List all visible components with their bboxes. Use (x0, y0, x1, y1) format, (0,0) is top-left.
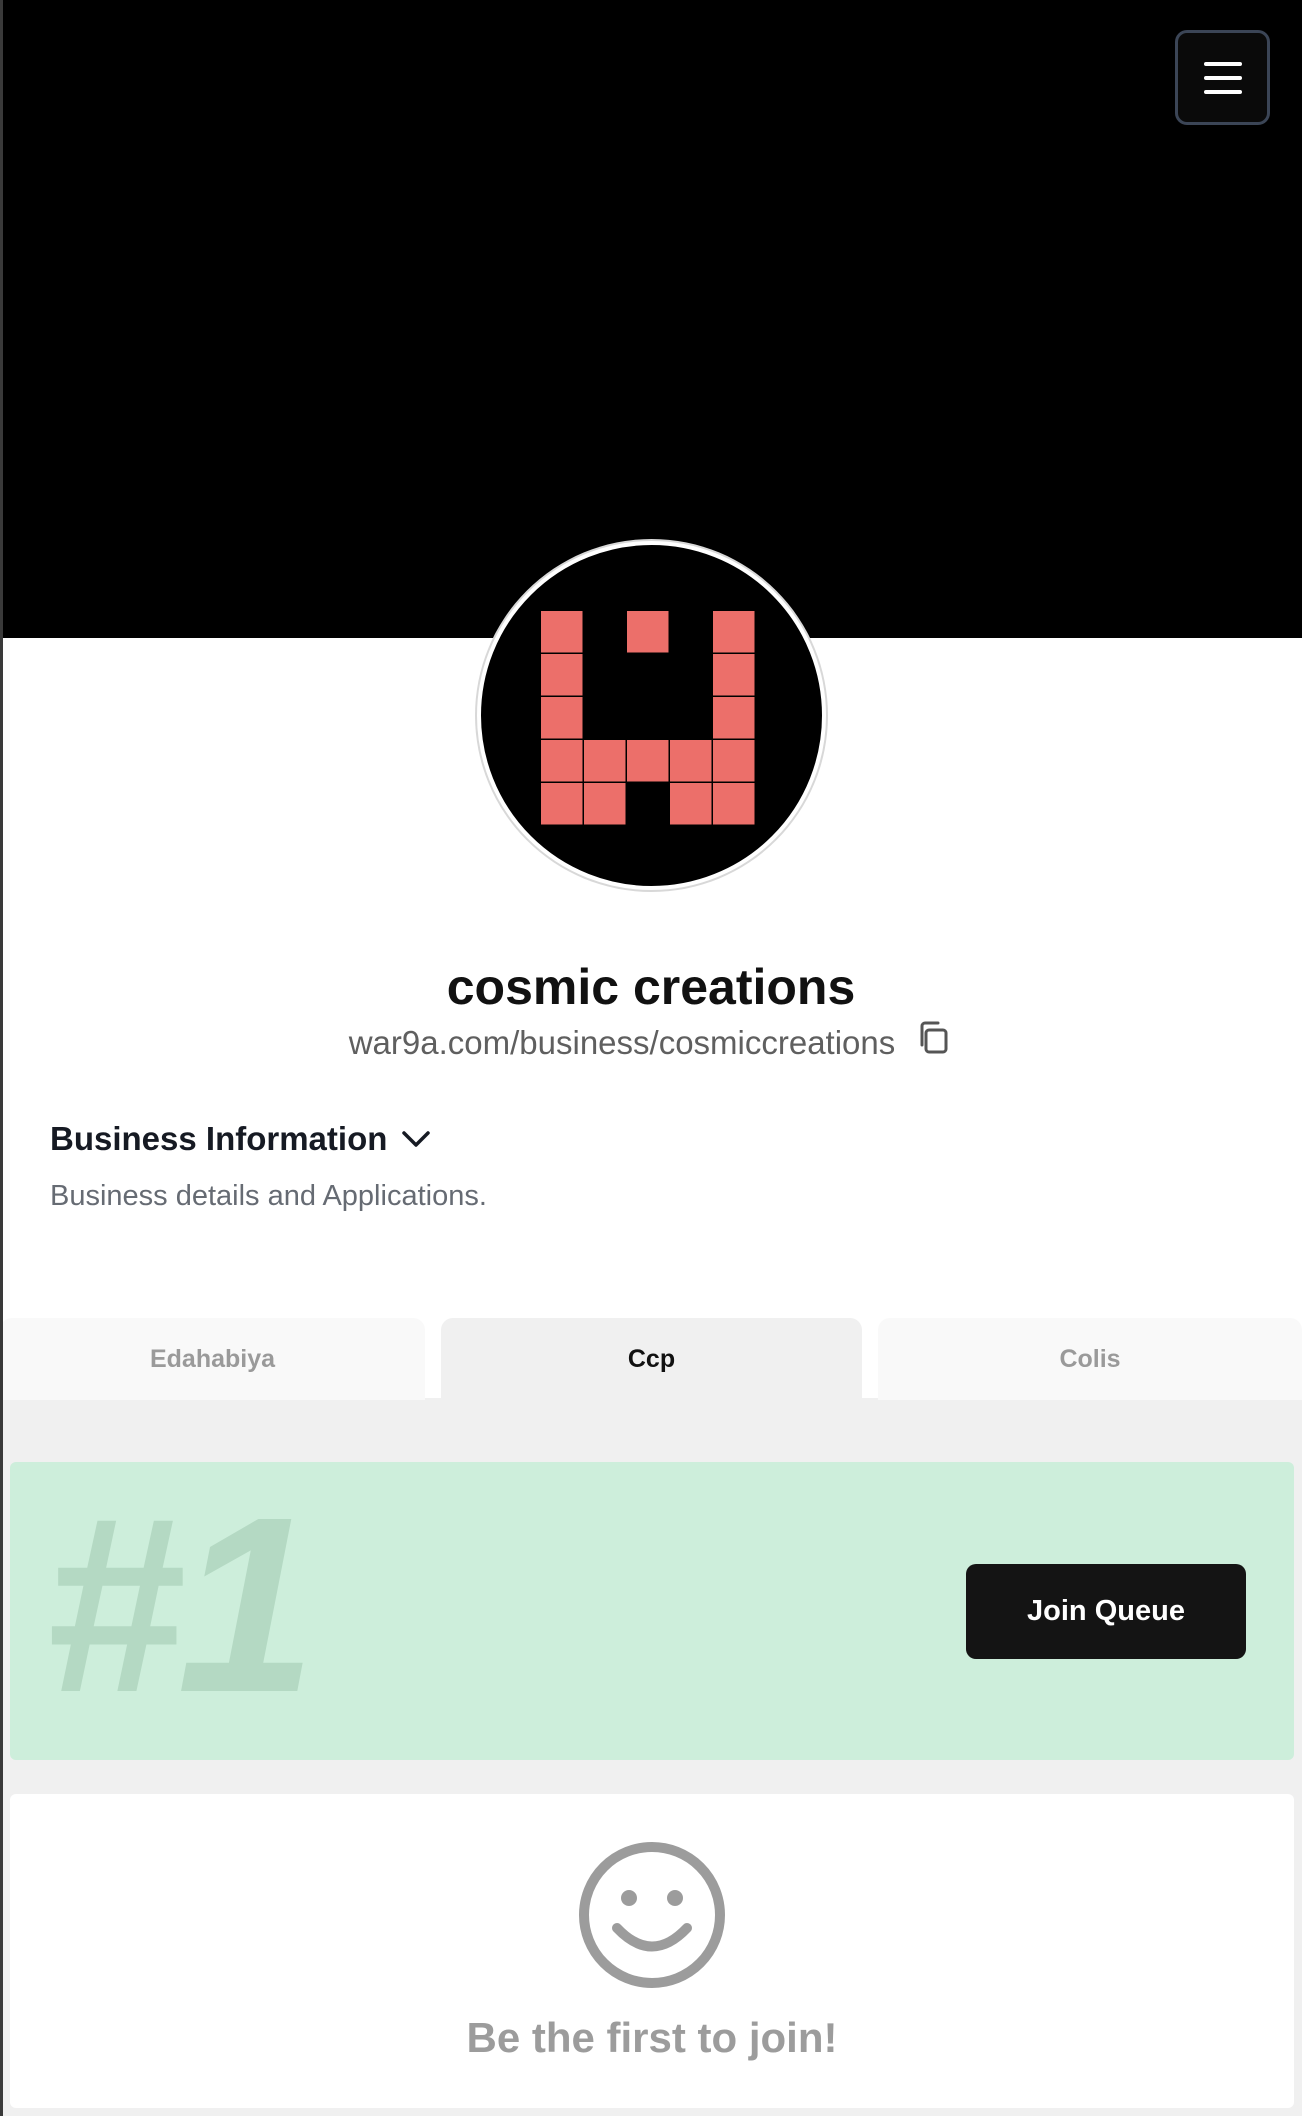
business-info-title: Business Information (50, 1120, 388, 1157)
chevron-down-icon (402, 1131, 431, 1147)
logo-tile (670, 740, 712, 782)
business-page: cosmic creations war9a.com/business/cosm… (0, 0, 1302, 2116)
logo-mark-icon (541, 611, 755, 825)
queue-position-number: #1 (44, 1465, 316, 1744)
smiley-face-icon (579, 1842, 725, 1988)
logo-tile (670, 783, 712, 825)
join-queue-button[interactable]: Join Queue (966, 1564, 1246, 1659)
logo-tile (541, 697, 583, 739)
tab-ccp[interactable]: Ccp (441, 1318, 862, 1400)
business-name: cosmic creations (446, 959, 856, 1015)
logo-tile (713, 697, 755, 739)
logo-tile (713, 740, 755, 782)
menu-button[interactable] (1175, 30, 1270, 125)
logo-tile (541, 783, 583, 825)
empty-queue-message: Be the first to join! (466, 2014, 838, 2061)
business-url-row: war9a.com/business/cosmiccreations (0, 1021, 1302, 1062)
logo-tile (584, 783, 626, 825)
business-info-description: Business details and Applications. (50, 1180, 487, 1212)
hamburger-menu-icon (1203, 61, 1242, 94)
tab-edahabiya[interactable]: Edahabiya (0, 1318, 425, 1400)
empty-queue-card: Be the first to join! (10, 1794, 1294, 2108)
logo-tile (627, 611, 669, 653)
window-edge (0, 0, 3, 2116)
logo-tile (713, 611, 755, 653)
logo-tile (584, 740, 626, 782)
tab-colis[interactable]: Colis (878, 1318, 1302, 1400)
logo-tile (541, 611, 583, 653)
queue-position-card: #1 Join Queue (10, 1462, 1294, 1760)
logo-tile (541, 740, 583, 782)
business-info-toggle[interactable]: Business Information (50, 1120, 433, 1158)
logo-tile (713, 783, 755, 825)
business-logo (477, 541, 826, 890)
copy-icon[interactable] (913, 1018, 953, 1058)
logo-tile (627, 740, 669, 782)
logo-tile (541, 654, 583, 696)
logo-tile (713, 654, 755, 696)
business-url: war9a.com/business/cosmiccreations (348, 1024, 896, 1061)
